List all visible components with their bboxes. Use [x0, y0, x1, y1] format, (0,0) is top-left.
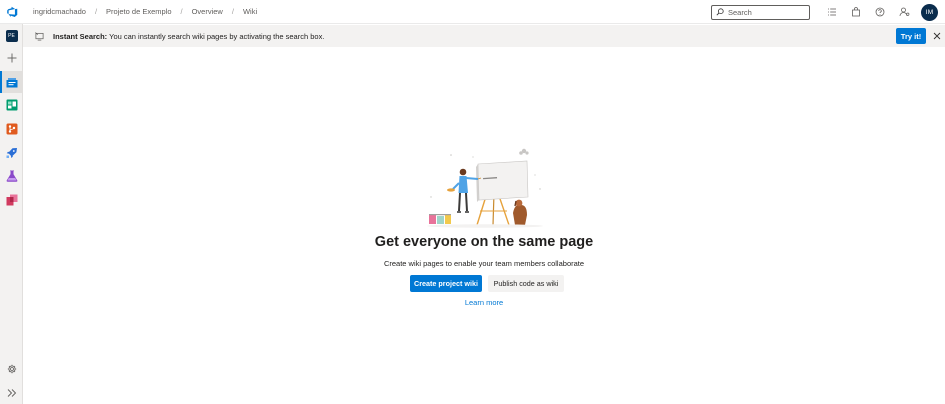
artifacts-icon [6, 194, 17, 206]
double-chevron-right-icon [7, 389, 16, 397]
sidebar-item-repos[interactable] [0, 118, 23, 140]
breadcrumb-organization[interactable]: ingridcmachado [28, 7, 91, 16]
page-subtitle: Create wiki pages to enable your team me… [383, 259, 585, 268]
sidebar-item-add[interactable] [0, 47, 23, 69]
sidebar-item-pipelines[interactable] [0, 142, 23, 164]
create-project-wiki-button[interactable]: Create project wiki [410, 275, 482, 292]
test-plans-icon [6, 170, 17, 182]
learn-more-container: Learn more [23, 298, 945, 307]
user-settings-icon[interactable] [892, 0, 916, 24]
avatar[interactable]: IM [921, 3, 938, 21]
sidebar-item-project-settings[interactable] [0, 358, 23, 380]
publish-code-as-wiki-button[interactable]: Publish code as wiki [488, 275, 564, 292]
azure-devops-logo-icon[interactable] [0, 0, 24, 24]
breadcrumb-project[interactable]: Projeto de Exemplo [101, 7, 176, 16]
announcement-icon [35, 31, 44, 41]
page-title: Get everyone on the same page [374, 234, 594, 250]
help-icon[interactable] [868, 0, 892, 24]
left-navigation-rail: PE [0, 24, 23, 404]
banner-text: Instant Search: You can instantly search… [53, 32, 324, 41]
breadcrumb: ingridcmachado / Projeto de Exemplo / Ov… [28, 7, 262, 16]
sidebar-item-boards[interactable] [0, 94, 23, 116]
learn-more-link[interactable]: Learn more [465, 298, 503, 307]
boards-icon [6, 99, 17, 111]
breadcrumb-wiki[interactable]: Wiki [238, 7, 262, 16]
breadcrumb-overview[interactable]: Overview [187, 7, 228, 16]
project-badge: PE [5, 30, 18, 42]
overview-icon [6, 77, 17, 87]
sidebar-item-artifacts[interactable] [0, 189, 23, 211]
sidebar-item-expand[interactable] [0, 382, 23, 404]
search-icon [716, 8, 724, 16]
search-box[interactable] [711, 4, 810, 20]
repos-icon [6, 123, 17, 135]
try-it-button[interactable]: Try it! [896, 28, 926, 44]
search-input[interactable] [728, 7, 803, 17]
top-header: ingridcmachado / Projeto de Exemplo / Ov… [0, 0, 945, 24]
banner-message: You can instantly search wiki pages by a… [107, 31, 325, 41]
marketplace-bag-icon[interactable] [844, 0, 868, 24]
work-items-list-icon[interactable] [820, 0, 844, 24]
sidebar-item-overview[interactable] [0, 71, 23, 93]
breadcrumb-separator: / [231, 7, 234, 16]
breadcrumb-separator: / [94, 7, 98, 16]
plus-icon [7, 53, 16, 63]
gear-icon [7, 364, 16, 374]
instant-search-banner: Instant Search: You can instantly search… [23, 25, 945, 47]
banner-title: Instant Search: [53, 31, 108, 41]
wiki-empty-state-illustration [427, 148, 543, 228]
close-icon [933, 32, 941, 40]
breadcrumb-separator: / [180, 7, 183, 16]
sidebar-item-test-plans[interactable] [0, 165, 23, 187]
pipelines-icon [6, 148, 17, 158]
project-selector[interactable]: PE [0, 25, 23, 47]
close-banner-button[interactable] [929, 28, 945, 44]
